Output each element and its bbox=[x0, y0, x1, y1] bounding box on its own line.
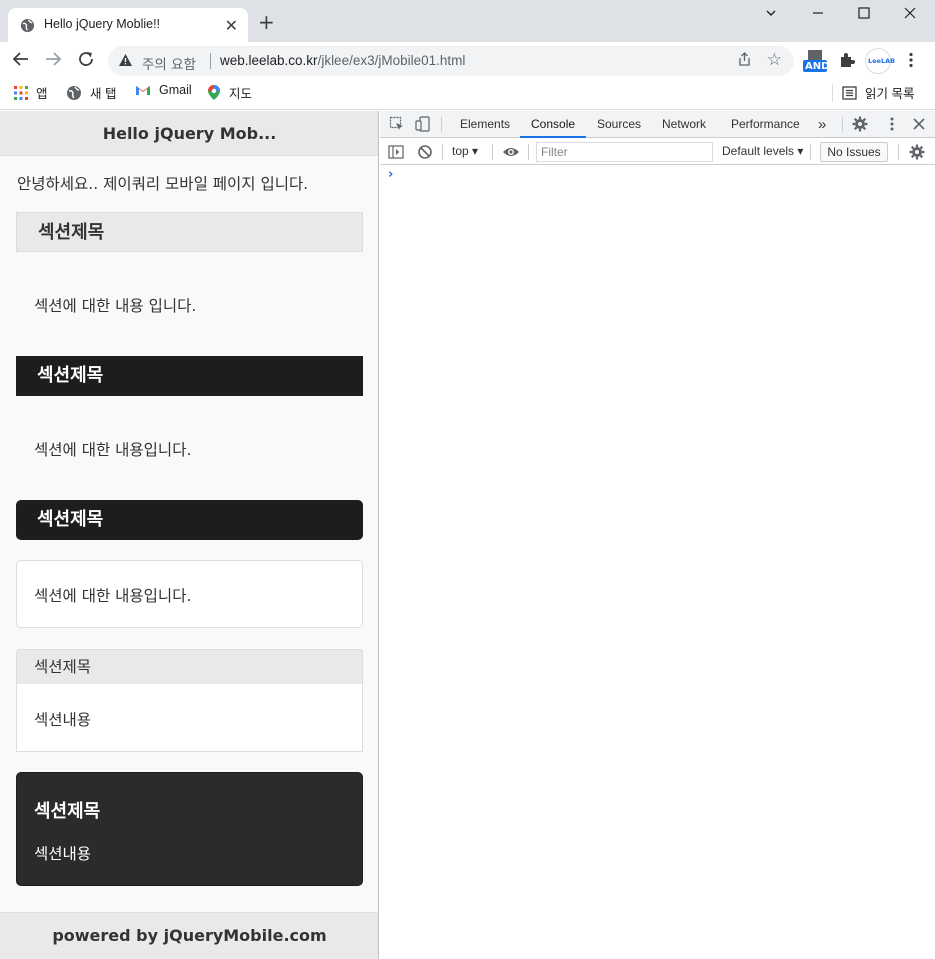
url-path: /jklee/ex3/jMobile01.html bbox=[317, 53, 466, 68]
title-bar: Hello jQuery Moblie!! ✕ + bbox=[0, 0, 935, 42]
divider bbox=[832, 84, 833, 102]
window-close-icon[interactable] bbox=[895, 6, 925, 26]
tab-elements[interactable]: Elements bbox=[460, 111, 510, 138]
device-toolbar-icon[interactable] bbox=[415, 116, 431, 132]
tab-network[interactable]: Network bbox=[662, 111, 706, 138]
console-settings-gear-icon[interactable] bbox=[909, 144, 925, 160]
section-heading: 섹션제목 bbox=[34, 801, 101, 822]
log-levels-dropdown[interactable]: Default levels ▾ bbox=[722, 144, 803, 158]
security-label[interactable]: 주의 요함 bbox=[142, 53, 196, 73]
address-bar[interactable]: 주의 요함 web.leelab.co.kr/jklee/ex3/jMobile… bbox=[108, 46, 794, 76]
section-content: 섹션내용 bbox=[34, 711, 92, 729]
bookmark-star-icon[interactable]: ☆ bbox=[767, 50, 782, 70]
globe-icon bbox=[20, 18, 35, 33]
browser-tab[interactable]: Hello jQuery Moblie!! ✕ bbox=[8, 8, 248, 42]
divider bbox=[441, 117, 442, 132]
divider bbox=[842, 117, 843, 132]
bookmark-new-tab[interactable]: 새 탭 bbox=[66, 83, 116, 102]
bookmark-gmail[interactable]: Gmail bbox=[135, 83, 192, 97]
section-content: 섹션에 대한 내용입니다. bbox=[34, 441, 192, 459]
more-tabs-icon[interactable]: » bbox=[818, 111, 826, 138]
url-host: web.leelab.co.kr bbox=[220, 53, 318, 68]
bookmark-new-tab-label: 새 탭 bbox=[90, 87, 117, 101]
tab-search-icon[interactable] bbox=[756, 6, 786, 26]
page-intro: 안녕하세요.. 제이쿼리 모바일 페이지 입니다. bbox=[17, 175, 309, 193]
section-heading: 섹션제목 bbox=[16, 500, 363, 540]
section-heading: 섹션제목 bbox=[16, 212, 363, 252]
devtools-tab-bar: Elements Console Sources Network Perform… bbox=[380, 111, 935, 138]
reading-list[interactable]: 읽기 목록 bbox=[842, 83, 914, 102]
issues-button[interactable]: No Issues bbox=[820, 142, 888, 162]
divider bbox=[492, 144, 493, 160]
bookmark-gmail-label: Gmail bbox=[159, 83, 192, 97]
settings-gear-icon[interactable] bbox=[852, 116, 868, 132]
close-devtools-icon[interactable] bbox=[911, 116, 927, 132]
globe-icon bbox=[67, 85, 81, 100]
reading-list-icon bbox=[842, 85, 857, 100]
back-icon[interactable] bbox=[11, 50, 31, 70]
devtools-panel: Elements Console Sources Network Perform… bbox=[380, 111, 935, 959]
bookmark-apps-label: 앱 bbox=[36, 87, 48, 101]
extension-badge: AND bbox=[805, 61, 830, 72]
devtools-menu-icon[interactable] bbox=[884, 116, 900, 132]
divider bbox=[898, 144, 899, 160]
profile-label: LeeLAB bbox=[868, 57, 896, 65]
console-prompt[interactable]: › bbox=[388, 167, 393, 182]
filter-input[interactable]: Filter bbox=[536, 142, 713, 162]
minimize-icon[interactable] bbox=[803, 6, 833, 26]
apps-grid-icon bbox=[14, 85, 28, 100]
clear-console-icon[interactable] bbox=[417, 144, 433, 160]
gmail-icon bbox=[136, 86, 150, 95]
browser-toolbar: 주의 요함 web.leelab.co.kr/jklee/ex3/jMobile… bbox=[0, 42, 935, 78]
console-toolbar: top ▾ Filter Default levels ▾ No Issues bbox=[380, 139, 935, 165]
forward-icon[interactable] bbox=[43, 50, 63, 70]
divider bbox=[210, 53, 211, 69]
live-expression-eye-icon[interactable] bbox=[502, 144, 519, 160]
context-value: top bbox=[452, 144, 469, 158]
profile-avatar[interactable]: LeeLAB bbox=[865, 48, 895, 74]
section-heading: 섹션제목 bbox=[16, 356, 363, 396]
extension-and-icon[interactable]: AND bbox=[802, 48, 830, 74]
close-tab-icon[interactable]: ✕ bbox=[225, 16, 238, 35]
log-levels-value: Default levels bbox=[722, 144, 795, 158]
page-header: Hello jQuery Mob... bbox=[0, 111, 378, 156]
divider bbox=[528, 144, 529, 160]
context-selector[interactable]: top ▾ bbox=[452, 144, 478, 158]
reading-list-label: 읽기 목록 bbox=[865, 87, 915, 101]
section-content: 섹션내용 bbox=[34, 845, 92, 863]
section-card-dark bbox=[16, 772, 363, 886]
share-icon[interactable] bbox=[737, 52, 752, 71]
warning-icon[interactable] bbox=[118, 53, 133, 71]
new-tab-button[interactable]: + bbox=[258, 12, 275, 32]
section-content: 섹션에 대한 내용입니다. bbox=[34, 587, 192, 605]
url-text[interactable]: web.leelab.co.kr/jklee/ex3/jMobile01.htm… bbox=[220, 53, 465, 68]
bookmark-apps[interactable]: 앱 bbox=[14, 83, 48, 102]
divider bbox=[442, 144, 443, 160]
reload-icon[interactable] bbox=[76, 50, 96, 70]
sidebar-toggle-icon[interactable] bbox=[388, 144, 404, 160]
tab-console[interactable]: Console bbox=[520, 111, 587, 138]
section-heading: 섹션제목 bbox=[16, 649, 363, 685]
inspect-element-icon[interactable] bbox=[389, 116, 405, 132]
divider bbox=[810, 144, 811, 160]
bookmark-maps[interactable]: 지도 bbox=[207, 83, 252, 102]
tab-sources[interactable]: Sources bbox=[597, 111, 641, 138]
tab-performance[interactable]: Performance bbox=[731, 111, 800, 138]
section-content: 섹션에 대한 내용 입니다. bbox=[34, 297, 197, 315]
tab-title: Hello jQuery Moblie!! bbox=[44, 17, 161, 31]
bookmark-maps-label: 지도 bbox=[229, 87, 253, 101]
extensions-puzzle-icon[interactable] bbox=[838, 52, 855, 73]
menu-kebab-icon[interactable] bbox=[908, 52, 914, 72]
maps-pin-icon bbox=[208, 85, 220, 100]
page-footer: powered by jQueryMobile.com bbox=[0, 912, 378, 959]
page-viewport: Hello jQuery Mob... 안녕하세요.. 제이쿼리 모바일 페이지… bbox=[0, 111, 379, 959]
bookmarks-bar: 앱 새 탭 Gmail 지도 읽기 목록 bbox=[0, 78, 935, 110]
maximize-icon[interactable] bbox=[849, 6, 879, 26]
